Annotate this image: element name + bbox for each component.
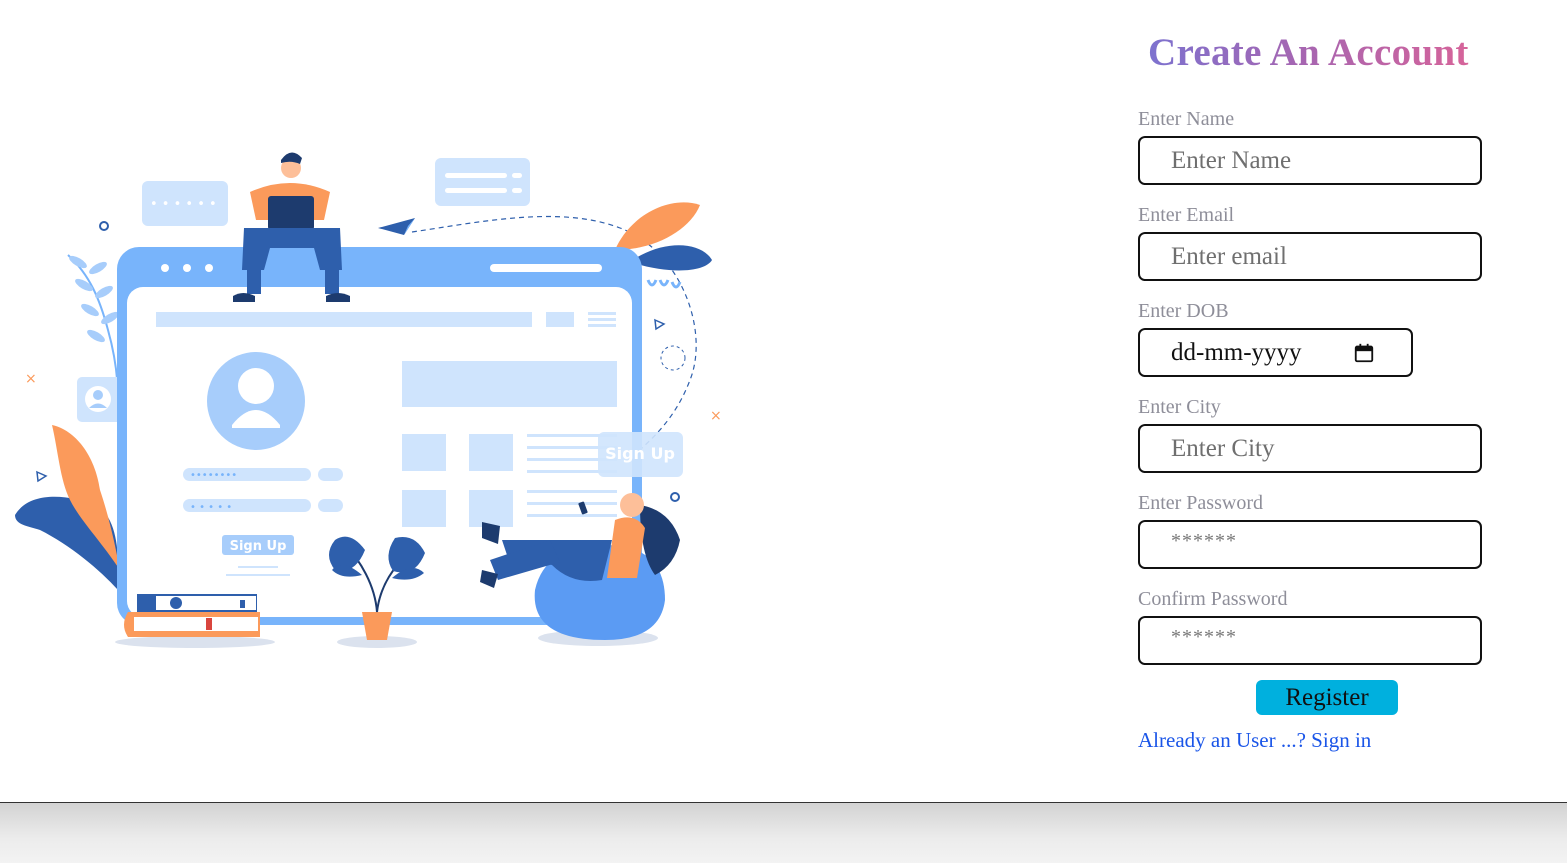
password-dots-2: • • • • • xyxy=(190,502,232,513)
password-placeholder: ****** xyxy=(1171,530,1237,552)
signin-link[interactable]: Already an User ...? Sign in xyxy=(1138,728,1371,753)
calendar-icon[interactable] xyxy=(1353,342,1375,364)
email-input[interactable]: Enter email xyxy=(1138,232,1482,281)
dob-placeholder: dd-mm-yyyy xyxy=(1171,338,1302,366)
password-label: Enter Password xyxy=(1138,492,1263,514)
email-placeholder: Enter email xyxy=(1171,242,1287,270)
illustration-signup-button: Sign Up xyxy=(230,539,287,554)
city-label: Enter City xyxy=(1138,396,1221,418)
bottom-bar xyxy=(0,802,1567,863)
svg-text:×: × xyxy=(710,408,722,424)
confirm-password-input[interactable]: ****** xyxy=(1138,616,1482,665)
name-input[interactable]: Enter Name xyxy=(1138,136,1482,185)
books xyxy=(115,594,275,648)
chat-dots: • • • • • • xyxy=(150,197,217,212)
city-placeholder: Enter City xyxy=(1171,434,1275,462)
signup-tag-text: Sign Up xyxy=(605,444,675,463)
confirm-password-label: Confirm Password xyxy=(1138,588,1288,610)
svg-text:×: × xyxy=(25,371,37,387)
signup-illustration: × × • • • • • • •••••••• • • • • • Sign … xyxy=(15,152,722,648)
name-label: Enter Name xyxy=(1138,108,1235,130)
chat-bubble-top xyxy=(435,158,530,206)
avatar-icon xyxy=(207,352,305,450)
city-input[interactable]: Enter City xyxy=(1138,424,1482,473)
confirm-password-placeholder: ****** xyxy=(1171,626,1237,648)
dob-input[interactable]: dd-mm-yyyy xyxy=(1138,328,1413,377)
email-label: Enter Email xyxy=(1138,204,1235,226)
name-placeholder: Enter Name xyxy=(1171,146,1292,174)
password-dots-1: •••••••• xyxy=(190,470,237,481)
password-input[interactable]: ****** xyxy=(1138,520,1482,569)
chat-bubble-left: • • • • • • xyxy=(142,181,228,226)
dob-label: Enter DOB xyxy=(1138,300,1229,322)
paper-plane-icon xyxy=(378,218,415,235)
register-button[interactable]: Register xyxy=(1256,680,1398,715)
signup-tag: Sign Up xyxy=(598,432,683,477)
form-title: Create An Account xyxy=(1148,31,1469,74)
